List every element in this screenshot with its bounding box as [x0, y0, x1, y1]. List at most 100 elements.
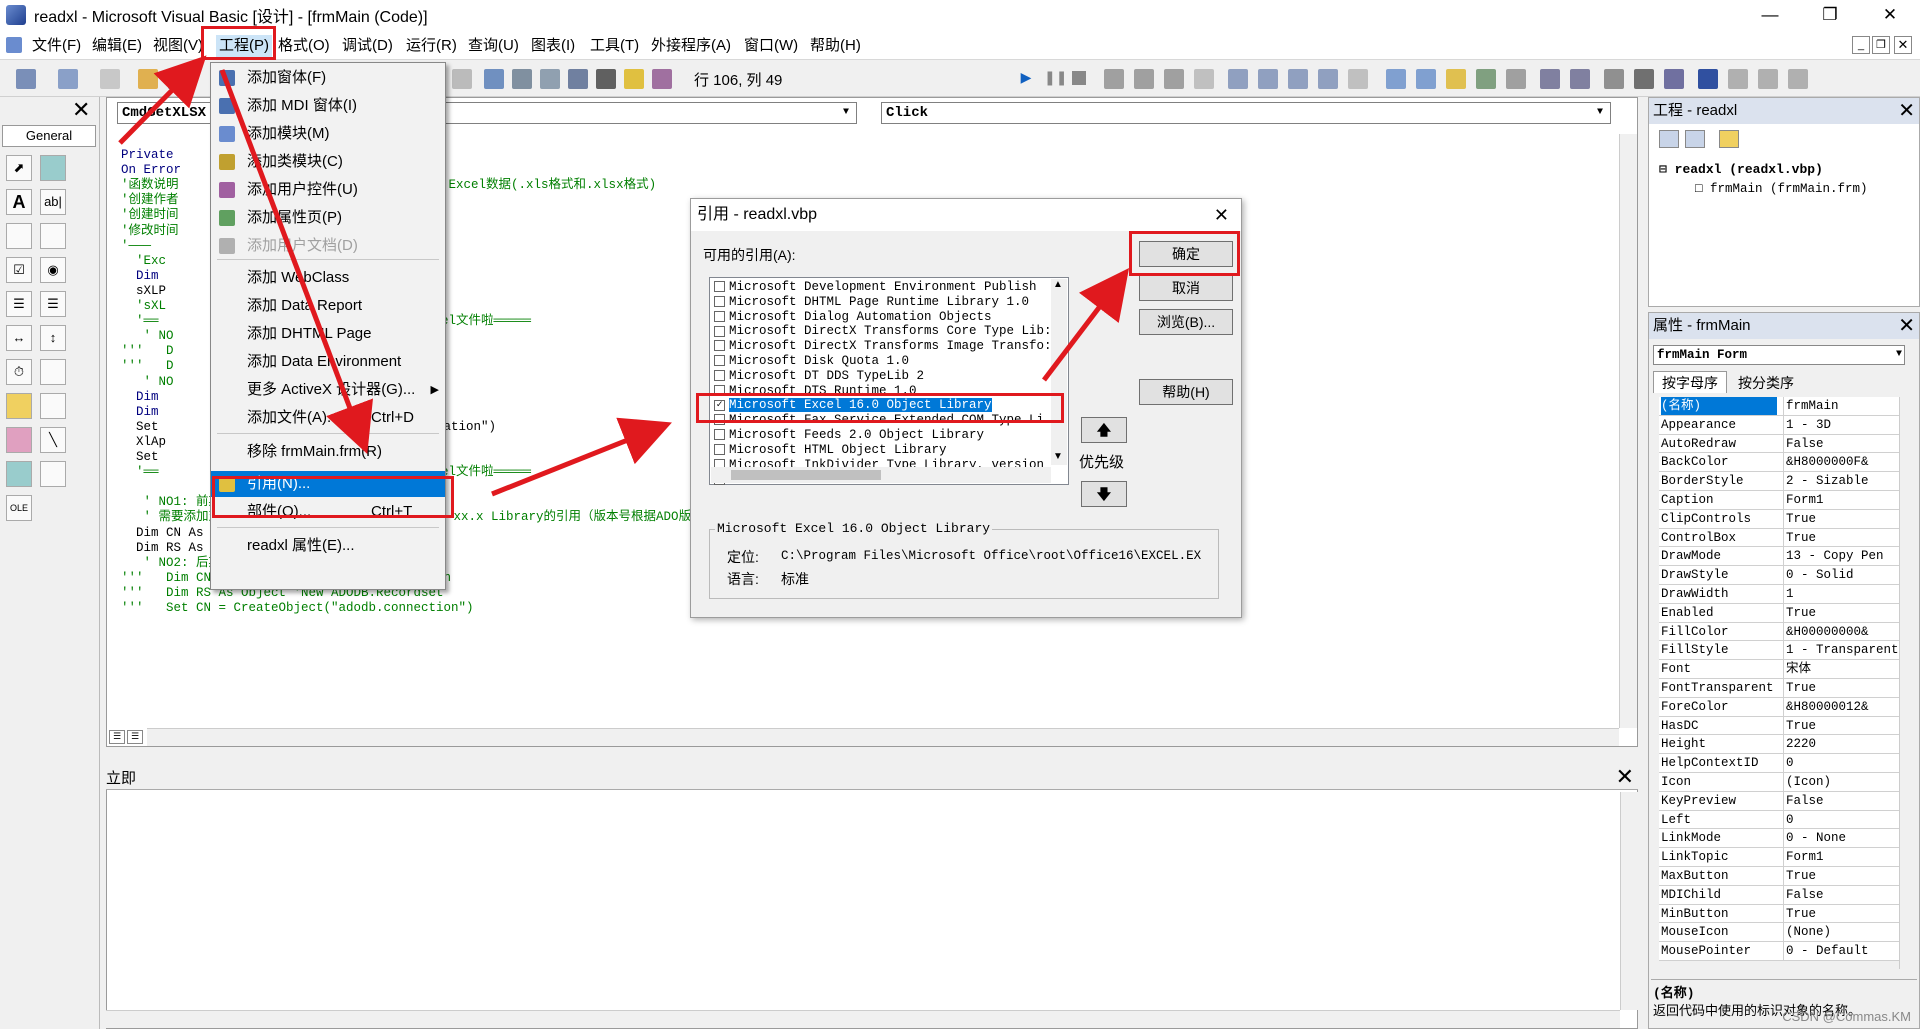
property-row[interactable]: FillColor &H00000000& [1659, 622, 1899, 642]
toolbox-close-icon[interactable]: ✕ [72, 97, 90, 123]
menu-run[interactable]: 运行(R) [406, 35, 457, 57]
property-row[interactable]: DrawStyle 0 - Solid [1659, 566, 1899, 585]
pointer-tool-icon[interactable]: ⬈ [6, 155, 32, 181]
reference-checkbox[interactable] [714, 325, 725, 337]
combobox-tool-icon[interactable]: ☰ [6, 291, 32, 317]
project-menu-item[interactable]: 添加 Data Environment [211, 349, 445, 375]
object-selector[interactable]: frmMain Form ▼ [1653, 345, 1905, 365]
browse-button[interactable]: 浏览(B)... [1139, 309, 1233, 335]
shape-tool-icon[interactable] [6, 427, 32, 453]
menu-tools[interactable]: 工具(T) [590, 35, 639, 57]
reference-checkbox[interactable] [714, 340, 725, 352]
project-explorer-icon[interactable] [484, 69, 504, 89]
property-row[interactable]: DrawMode 13 - Copy Pen [1659, 547, 1899, 567]
listbox-tool-icon[interactable]: ☰ [40, 291, 66, 317]
tab-categorized[interactable]: 按分类序 [1729, 373, 1803, 393]
quick-info-icon[interactable] [1446, 69, 1466, 89]
list-properties-icon[interactable] [1386, 69, 1406, 89]
property-row[interactable]: Height 2220 [1659, 735, 1899, 755]
property-row[interactable]: HasDC True [1659, 716, 1899, 736]
property-row[interactable]: DrawWidth 1 [1659, 585, 1899, 604]
project-root-node[interactable]: ⊟ readxl (readxl.vbp) [1659, 162, 1823, 177]
property-row[interactable]: FontTransparent True [1659, 679, 1899, 698]
hscrollbar-tool-icon[interactable]: ↔ [6, 325, 32, 351]
immediate-close-icon[interactable]: ✕ [1616, 764, 1634, 790]
frame-tool-icon[interactable] [6, 223, 32, 249]
property-row[interactable]: LinkMode 0 - None [1659, 829, 1899, 849]
image-tool-icon[interactable] [6, 461, 32, 487]
quick-watch-icon[interactable] [1318, 69, 1338, 89]
step-out-icon[interactable] [1194, 69, 1214, 89]
project-menu-item[interactable]: 移除 frmMain.frm(R) [211, 439, 445, 465]
reference-item[interactable]: Microsoft Disk Quota 1.0 [714, 354, 1054, 369]
project-menu-item[interactable]: 添加 MDI 窗体(I) [211, 93, 445, 119]
toggle-breakpoint-icon[interactable] [1104, 69, 1124, 89]
property-row[interactable]: Font 宋体 [1659, 660, 1899, 679]
optionbutton-tool-icon[interactable]: ◉ [40, 257, 66, 283]
complete-word-icon[interactable] [1506, 69, 1526, 89]
property-row[interactable]: MaxButton True [1659, 867, 1899, 886]
project-menu-item[interactable]: 添加用户控件(U) [211, 177, 445, 203]
menu-file[interactable]: 文件(F) [32, 35, 81, 57]
restore-button[interactable]: ❐ [1800, 0, 1860, 30]
property-row[interactable]: Left 0 [1659, 810, 1899, 830]
reference-checkbox[interactable] [714, 281, 725, 293]
scroll-up-icon[interactable]: ▲ [1053, 279, 1063, 290]
reference-item[interactable]: Microsoft Dialog Automation Objects [714, 310, 1054, 325]
project-menu-item[interactable]: 更多 ActiveX 设计器(G)... ▶ [211, 377, 445, 403]
ole-tool-icon[interactable]: OLE [6, 495, 32, 521]
reference-item[interactable]: Microsoft Feeds 2.0 Object Library [714, 428, 1054, 443]
property-row[interactable]: AutoRedraw False [1659, 434, 1899, 454]
locals-window-icon[interactable] [1228, 69, 1248, 89]
menu-diagram[interactable]: 图表(I) [531, 35, 575, 57]
project-menu-item[interactable]: 添加模块(M) [211, 121, 445, 147]
textbox-tool-icon[interactable]: ab| [40, 189, 66, 215]
toolbox-icon[interactable] [596, 69, 616, 89]
mdi-minimize-button[interactable]: _ [1852, 36, 1870, 54]
reference-checkbox[interactable] [714, 310, 725, 322]
reference-item[interactable]: Microsoft DirectX Transforms Image Trans… [714, 339, 1054, 354]
immediate-vertical-scrollbar[interactable] [1620, 792, 1638, 1010]
property-row[interactable]: ForeColor &H80000012& [1659, 697, 1899, 717]
step-over-icon[interactable] [1164, 69, 1184, 89]
reference-item[interactable]: Microsoft DirectX Transforms Core Type L… [714, 324, 1054, 339]
project-menu-item[interactable]: 添加 Data Report [211, 293, 445, 319]
view-code-icon[interactable] [1659, 130, 1679, 148]
picturebox-tool-icon[interactable] [40, 155, 66, 181]
references-list[interactable]: Microsoft Development Environment Publis… [709, 277, 1069, 486]
properties-vertical-scrollbar[interactable] [1899, 397, 1917, 969]
toolbox-tab-general[interactable]: General [2, 125, 96, 147]
save-project-icon[interactable] [168, 69, 188, 89]
project-menu-item[interactable]: 添加文件(A)... Ctrl+D [211, 405, 445, 431]
watch-window-icon[interactable] [1288, 69, 1308, 89]
immediate-window[interactable] [106, 764, 1638, 1029]
outdent-icon[interactable] [1570, 69, 1590, 89]
timer-tool-icon[interactable]: ⏱ [6, 359, 32, 385]
help-button[interactable]: 帮助(H) [1139, 379, 1233, 405]
menu-debug[interactable]: 调试(D) [342, 35, 393, 57]
label-tool-icon[interactable]: A [6, 189, 32, 215]
list-constants-icon[interactable] [1416, 69, 1436, 89]
property-row[interactable]: MouseIcon (None) [1659, 923, 1899, 943]
menu-edit[interactable]: 编辑(E) [92, 35, 142, 57]
project-menu-item[interactable]: 添加 DHTML Page [211, 321, 445, 347]
code-vertical-scrollbar[interactable] [1619, 134, 1637, 728]
property-row[interactable]: Appearance 1 - 3D [1659, 415, 1899, 435]
priority-down-button[interactable]: 🡇 [1081, 481, 1127, 507]
property-row[interactable]: (名称) frmMain [1659, 397, 1899, 416]
mdi-restore-button[interactable]: ❐ [1872, 36, 1890, 54]
cancel-button[interactable]: 取消 [1139, 275, 1233, 301]
scroll-down-icon[interactable]: ▼ [1053, 451, 1063, 462]
view-object-icon[interactable] [1685, 130, 1705, 148]
references-horizontal-scrollbar[interactable] [711, 467, 1051, 483]
reference-checkbox[interactable] [714, 355, 725, 367]
reference-item[interactable]: Microsoft HTML Object Library [714, 443, 1054, 458]
scroll-thumb[interactable] [731, 470, 881, 480]
immediate-horizontal-scrollbar[interactable] [106, 1010, 1620, 1028]
reference-checkbox[interactable] [714, 429, 725, 441]
line-tool-icon[interactable]: ╲ [40, 427, 66, 453]
next-bookmark-icon[interactable] [1728, 69, 1748, 89]
menu-editor-icon[interactable] [100, 69, 120, 89]
property-row[interactable]: MDIChild False [1659, 885, 1899, 905]
clear-bookmarks-icon[interactable] [1788, 69, 1808, 89]
